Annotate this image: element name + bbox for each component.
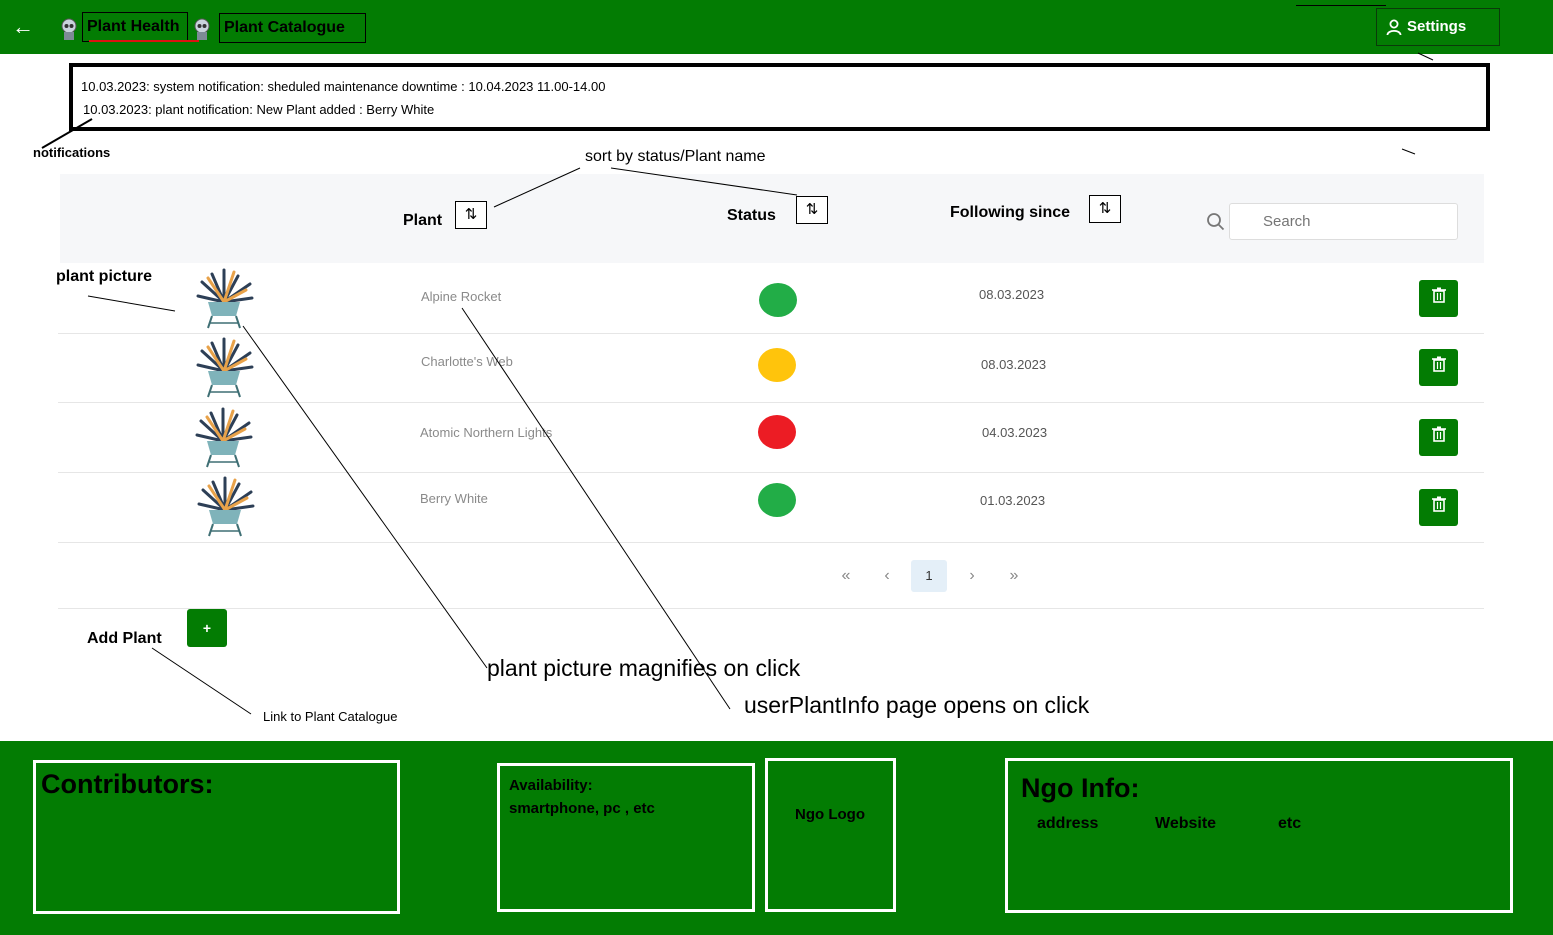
spellcheck-underline <box>89 40 199 42</box>
pager-next[interactable]: › <box>954 560 990 592</box>
following-date: 08.03.2023 <box>981 357 1047 372</box>
nav-plant-health[interactable]: Plant Health <box>82 12 188 42</box>
trash-icon <box>1431 496 1446 512</box>
robot-icon <box>194 18 210 40</box>
annotation-user-info: userPlantInfo page opens on click <box>744 692 1090 718</box>
following-date: 04.03.2023 <box>982 425 1048 440</box>
plant-picture[interactable] <box>195 476 255 538</box>
row-divider <box>58 402 1484 403</box>
add-plant-button[interactable]: + <box>187 609 227 647</box>
column-header-plant: Plant <box>403 212 443 229</box>
plant-name-link[interactable]: Berry White <box>420 491 488 506</box>
ngo-address: address <box>1037 815 1099 832</box>
row-divider <box>58 542 1484 543</box>
plant-picture[interactable] <box>193 407 253 469</box>
annotation-magnify: plant picture magnifies on click <box>487 655 801 681</box>
status-dot <box>759 283 797 317</box>
row-divider <box>58 472 1484 473</box>
plant-name-link[interactable]: Atomic Northern Lights <box>420 425 552 440</box>
robot-icon <box>61 18 77 40</box>
status-dot <box>758 348 796 382</box>
settings-label: Settings <box>1407 18 1467 35</box>
delete-button[interactable] <box>1419 349 1458 386</box>
notification-item: 10.03.2023: system notification: shedule… <box>81 79 606 94</box>
ngo-website: Website <box>1155 815 1217 832</box>
ngo-etc: etc <box>1278 815 1302 832</box>
sort-plant-button[interactable]: ⇅ <box>455 201 487 229</box>
row-divider <box>58 608 1484 609</box>
search-input[interactable] <box>1229 203 1458 240</box>
annotation-plant-picture: plant picture <box>56 268 153 285</box>
plant-picture[interactable] <box>194 268 254 330</box>
status-dot <box>758 415 796 449</box>
row-divider <box>58 333 1484 334</box>
search-icon <box>1207 213 1225 231</box>
ngo-info-title: Ngo Info: <box>1021 773 1140 803</box>
divider <box>1296 5 1386 6</box>
plant-name-link[interactable]: Alpine Rocket <box>421 289 501 304</box>
trash-icon <box>1431 426 1446 442</box>
annotation-notifications: notifications <box>33 145 111 160</box>
sort-status-button[interactable]: ⇅ <box>796 196 828 224</box>
availability-text: smartphone, pc , etc <box>509 800 655 817</box>
column-header-following: Following since <box>950 204 1071 221</box>
following-date: 08.03.2023 <box>979 287 1045 302</box>
sort-following-button[interactable]: ⇅ <box>1089 195 1121 223</box>
plant-picture[interactable] <box>194 337 254 399</box>
annotation-catalogue-link: Link to Plant Catalogue <box>263 709 398 724</box>
user-icon <box>1386 19 1402 36</box>
nav-plant-catalogue[interactable]: Plant Catalogue <box>219 13 366 43</box>
notification-item: 10.03.2023: plant notification: New Plan… <box>83 102 435 117</box>
pager-last[interactable]: » <box>996 560 1032 592</box>
notifications-box: 10.03.2023: system notification: shedule… <box>69 63 1490 131</box>
pager-first[interactable]: « <box>828 560 864 592</box>
availability-title: Availability: <box>509 777 593 794</box>
settings-button[interactable]: Settings <box>1376 8 1500 46</box>
plant-name-link[interactable]: Charlotte's Web <box>421 354 513 369</box>
delete-button[interactable] <box>1419 489 1458 526</box>
trash-icon <box>1431 356 1446 372</box>
trash-icon <box>1431 287 1446 303</box>
column-header-status: Status <box>727 207 776 224</box>
following-date: 01.03.2023 <box>980 493 1046 508</box>
back-arrow-icon[interactable]: ← <box>10 14 36 40</box>
delete-button[interactable] <box>1419 419 1458 456</box>
delete-button[interactable] <box>1419 280 1458 317</box>
add-plant-label: Add Plant <box>87 630 162 647</box>
pager-current-page[interactable]: 1 <box>911 560 947 592</box>
pager-prev[interactable]: ‹ <box>869 560 905 592</box>
ngo-logo: Ngo Logo <box>795 806 865 823</box>
ngo-logo-box <box>765 758 896 912</box>
annotation-sort: sort by status/Plant name <box>585 148 766 165</box>
contributors-title: Contributors: <box>41 769 214 799</box>
status-dot <box>758 483 796 517</box>
